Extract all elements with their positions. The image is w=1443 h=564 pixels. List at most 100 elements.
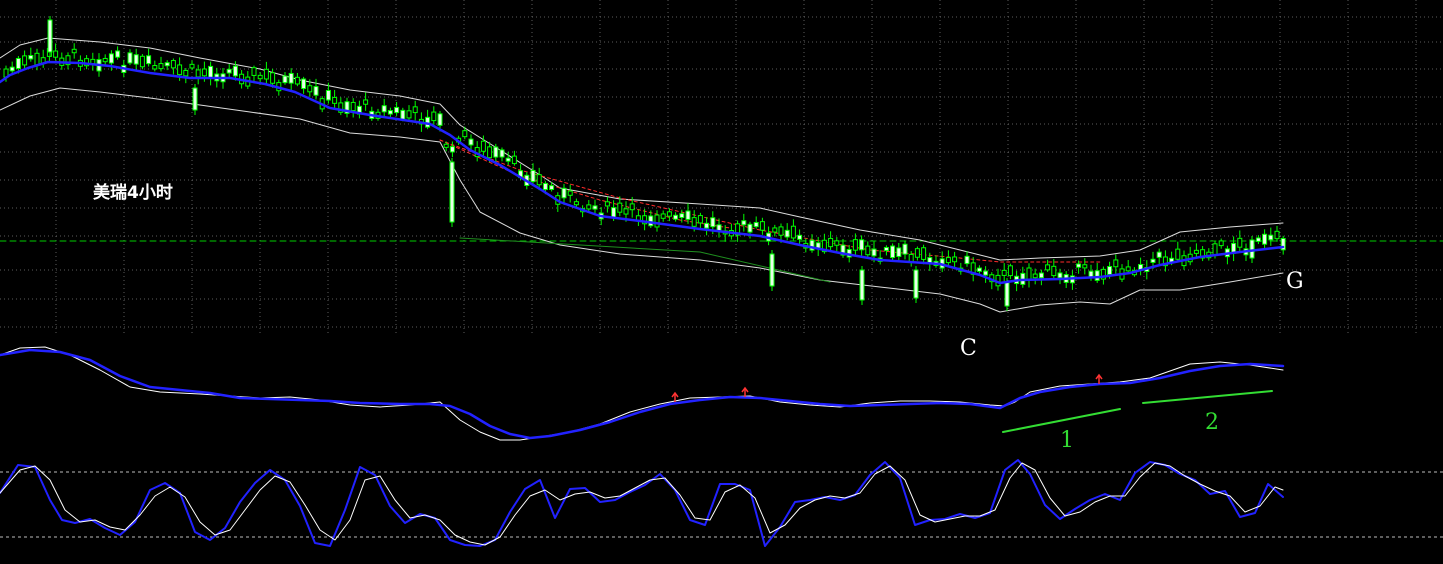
- candle-body: [1032, 273, 1038, 279]
- chart-root: 美瑞4小时 C G 1 2: [0, 0, 1443, 564]
- candle-body: [350, 101, 356, 112]
- candle-body: [1038, 272, 1044, 279]
- candle-body: [28, 55, 34, 60]
- candle-body: [108, 53, 114, 64]
- candle-body: [480, 140, 486, 152]
- candle-body: [1076, 263, 1082, 268]
- candle-body: [487, 146, 493, 159]
- candle-body: [363, 99, 369, 105]
- candle-body: [1107, 266, 1113, 275]
- candle-body: [1007, 265, 1013, 277]
- candle-body: [449, 161, 455, 223]
- candle-body: [1094, 270, 1100, 281]
- candle-body: [896, 247, 902, 257]
- candle-body: [1255, 237, 1261, 242]
- candle-body: [1150, 258, 1156, 263]
- candle-body: [964, 255, 970, 265]
- candle-body: [914, 248, 920, 258]
- candle-body: [226, 68, 232, 74]
- candle-body: [769, 253, 775, 287]
- candle-body: [307, 85, 313, 93]
- candle-body: [1193, 249, 1199, 254]
- candle-body: [15, 57, 21, 70]
- candle-body: [778, 226, 784, 236]
- red-trendline: [439, 139, 1101, 263]
- candle-body: [549, 185, 555, 190]
- candle-body: [406, 110, 412, 119]
- candle-body: [1026, 267, 1032, 281]
- candle-body: [288, 72, 294, 84]
- candle-body: [902, 243, 908, 255]
- candle-body: [1237, 237, 1243, 248]
- candle-body: [164, 62, 170, 67]
- candle-body: [1125, 266, 1131, 272]
- candle-body: [71, 48, 77, 54]
- candle-body: [747, 223, 753, 233]
- candle-body: [710, 217, 716, 228]
- candle-body: [859, 269, 865, 301]
- candle-body: [542, 182, 548, 191]
- candle-body: [115, 50, 121, 58]
- candle-body: [648, 215, 654, 227]
- candle-body: [691, 217, 697, 227]
- candle-body: [784, 229, 790, 238]
- annotation-c: C: [960, 336, 977, 361]
- candle-body: [301, 78, 307, 90]
- candle-body: [493, 146, 499, 158]
- candle-body: [437, 113, 443, 126]
- candle-body: [251, 67, 257, 76]
- candle-body: [270, 72, 276, 84]
- candle-body: [660, 213, 666, 219]
- candle-body: [852, 239, 858, 251]
- candle-body: [913, 269, 919, 299]
- candle-body: [189, 63, 195, 69]
- chart-title: 美瑞4小时: [93, 183, 173, 203]
- candle-body: [859, 239, 865, 251]
- candle-body: [790, 225, 796, 239]
- candle-body: [704, 222, 710, 229]
- candle-body: [394, 106, 400, 114]
- candle-body: [294, 76, 300, 85]
- candle-body: [443, 143, 449, 148]
- candle-body: [462, 130, 468, 138]
- candle-body: [170, 60, 176, 69]
- candle-body: [623, 208, 629, 215]
- candle-body: [536, 174, 542, 186]
- candle-body: [257, 74, 263, 80]
- candle-body: [654, 214, 660, 228]
- candle-body: [741, 220, 747, 226]
- candle-body: [9, 66, 15, 72]
- candle-body: [325, 89, 331, 101]
- candle-body: [1262, 233, 1268, 245]
- oscillator-fast-line: [0, 459, 1284, 547]
- annotation-two: 2: [1205, 410, 1219, 435]
- candle-body: [611, 207, 617, 219]
- candle-body: [177, 64, 183, 76]
- indicator-trendline-2: [1142, 390, 1273, 404]
- candle-body: [1001, 269, 1007, 276]
- candle-body: [834, 240, 840, 246]
- candle-body: [1156, 251, 1162, 258]
- candle-body: [1057, 272, 1063, 279]
- candle-body: [282, 75, 288, 84]
- candle-body: [431, 111, 437, 122]
- candle-body: [1218, 240, 1224, 247]
- candle-body: [828, 237, 834, 248]
- candle-body: [797, 234, 803, 240]
- candle-body: [139, 55, 145, 68]
- candle-body: [332, 96, 338, 104]
- candle-body: [945, 257, 951, 264]
- candle-body: [263, 68, 269, 80]
- candle-body: [1082, 264, 1088, 269]
- candle-body: [1004, 281, 1010, 307]
- candle-body: [449, 146, 455, 153]
- candle-body: [146, 55, 152, 65]
- candle-body: [1051, 265, 1057, 277]
- candle-body: [772, 227, 778, 233]
- candle-body: [1274, 230, 1280, 240]
- candle-body: [561, 187, 567, 199]
- candle-body: [573, 201, 579, 206]
- candle-body: [412, 106, 418, 114]
- indicator-signal-line: [0, 346, 1284, 441]
- candle-body: [673, 214, 679, 220]
